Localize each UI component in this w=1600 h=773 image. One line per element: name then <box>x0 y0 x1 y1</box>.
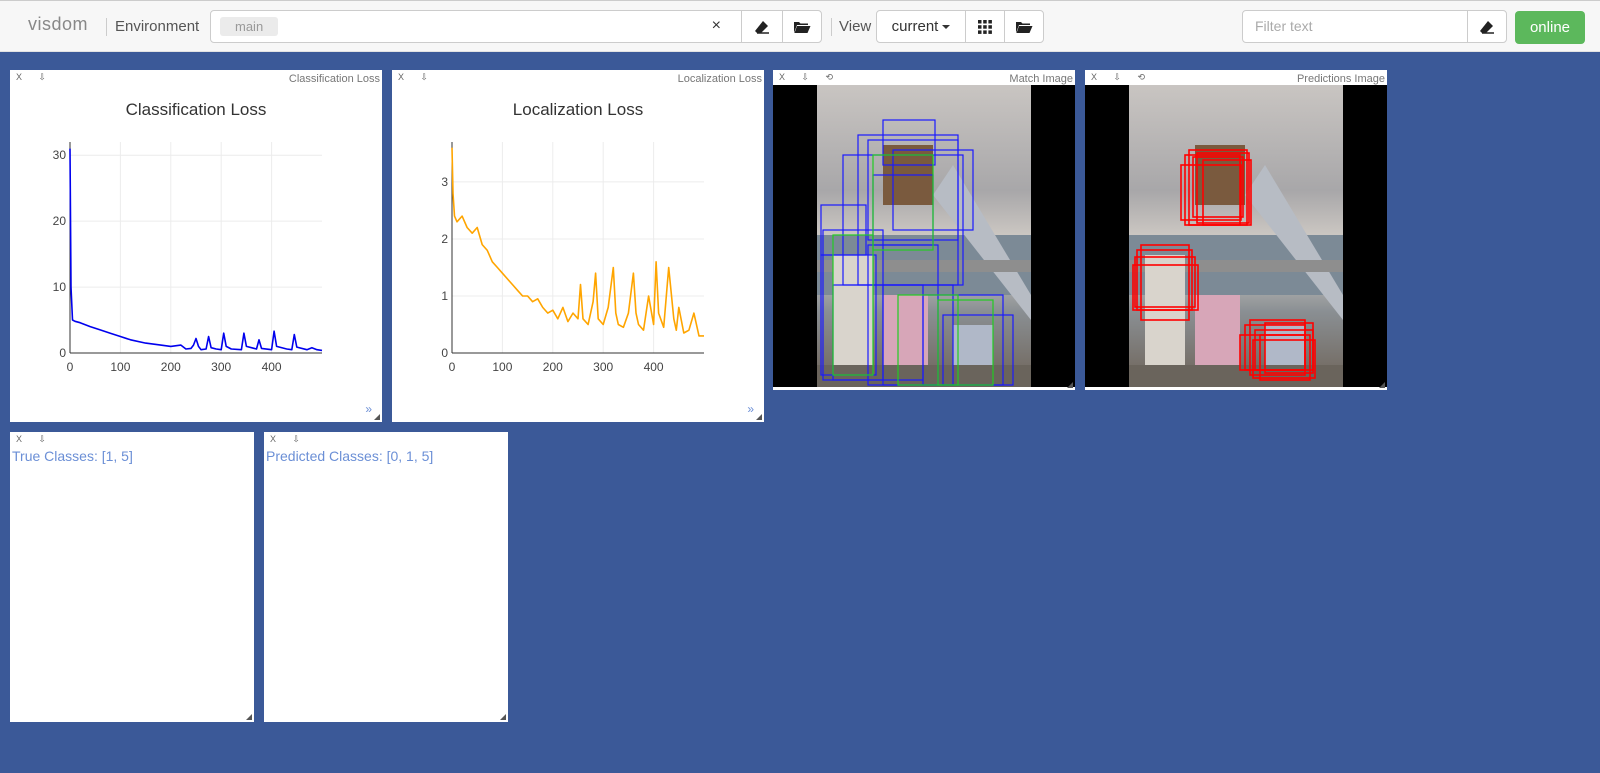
x-tick-label: 200 <box>543 360 563 374</box>
view-dropdown[interactable]: current <box>876 10 966 43</box>
pane-controls[interactable]: X ⇩ ⟲ <box>1091 72 1152 83</box>
divider <box>106 18 107 36</box>
environment-select[interactable]: main × <box>210 10 742 43</box>
eraser-icon <box>755 20 769 34</box>
pane-classification-loss[interactable]: X ⇩ Classification Loss Classification L… <box>10 70 382 422</box>
x-tick-label: 100 <box>492 360 512 374</box>
x-tick-label: 0 <box>449 360 456 374</box>
view-label: View <box>839 18 872 35</box>
x-tick-label: 300 <box>211 360 231 374</box>
series-line <box>451 147 704 337</box>
environment-chip-main[interactable]: main <box>220 17 279 36</box>
environment-label: Environment <box>115 18 200 35</box>
resize-icon[interactable] <box>1067 382 1073 388</box>
folder-open-icon <box>1016 21 1033 33</box>
brand-logo: visdom <box>28 14 89 34</box>
resize-icon[interactable] <box>1379 382 1385 388</box>
folder-open-icon <box>794 21 811 33</box>
resize-icon[interactable] <box>500 714 506 720</box>
grid-icon <box>978 19 992 34</box>
expand-icon[interactable]: » <box>747 402 754 416</box>
top-navbar: visdom Environment main × View current F… <box>0 0 1600 52</box>
open-env-button[interactable] <box>782 10 822 43</box>
pane-predicted-classes[interactable]: X ⇩ Predicted Classes: [0, 1, 5] <box>264 432 508 722</box>
y-tick-label: 0 <box>441 346 448 360</box>
y-tick-label: 20 <box>53 214 67 228</box>
x-tick-label: 200 <box>161 360 181 374</box>
y-tick-label: 10 <box>53 280 67 294</box>
clear-env-button[interactable] <box>741 10 783 43</box>
repack-button[interactable] <box>965 10 1005 43</box>
connection-status-button[interactable]: online <box>1515 11 1585 44</box>
x-tick-label: 0 <box>67 360 74 374</box>
predictions-image <box>1085 85 1387 387</box>
expand-icon[interactable]: » <box>365 402 372 416</box>
clear-filter-button[interactable] <box>1467 10 1507 43</box>
pane-match-image[interactable]: X ⇩ ⟲ Match Image <box>773 70 1075 390</box>
resize-icon[interactable] <box>246 714 252 720</box>
match-image <box>773 85 1075 387</box>
x-tick-label: 100 <box>110 360 130 374</box>
y-tick-label: 3 <box>441 175 448 189</box>
y-tick-label: 0 <box>59 346 66 360</box>
x-tick-label: 400 <box>262 360 282 374</box>
resize-icon[interactable] <box>374 414 380 420</box>
open-view-button[interactable] <box>1004 10 1044 43</box>
pane-controls[interactable]: X ⇩ <box>270 434 307 445</box>
pane-true-classes[interactable]: X ⇩ True Classes: [1, 5] <box>10 432 254 722</box>
y-tick-label: 30 <box>53 148 67 162</box>
resize-icon[interactable] <box>756 414 762 420</box>
x-tick-label: 400 <box>644 360 664 374</box>
clear-environment-icon[interactable]: × <box>712 17 721 35</box>
pane-title: Match Image <box>1009 73 1073 85</box>
caret-down-icon <box>942 24 951 29</box>
pane-title: Predictions Image <box>1296 73 1385 85</box>
classification-loss-chart[interactable]: 0 100 200 300 400 0 10 20 30 <box>10 70 382 422</box>
y-tick-label: 2 <box>441 232 448 246</box>
localization-loss-chart[interactable]: 0 100 200 300 400 0 1 2 3 <box>392 70 764 422</box>
view-dropdown-value: current <box>891 18 939 35</box>
divider <box>831 18 832 36</box>
pane-controls[interactable]: X ⇩ <box>16 434 53 445</box>
predicted-classes-text: Predicted Classes: [0, 1, 5] <box>266 448 434 464</box>
pane-controls[interactable]: X ⇩ ⟲ <box>779 72 840 83</box>
pane-localization-loss[interactable]: X ⇩ Localization Loss Localization Loss … <box>392 70 764 422</box>
series-line <box>69 148 323 352</box>
pane-predictions-image[interactable]: X ⇩ ⟲ Predictions Image <box>1085 70 1387 390</box>
x-tick-label: 300 <box>593 360 613 374</box>
true-classes-text: True Classes: [1, 5] <box>12 448 133 464</box>
eraser-icon <box>1480 20 1494 34</box>
filter-text-input[interactable]: Filter text <box>1242 10 1468 43</box>
y-tick-label: 1 <box>441 289 448 303</box>
